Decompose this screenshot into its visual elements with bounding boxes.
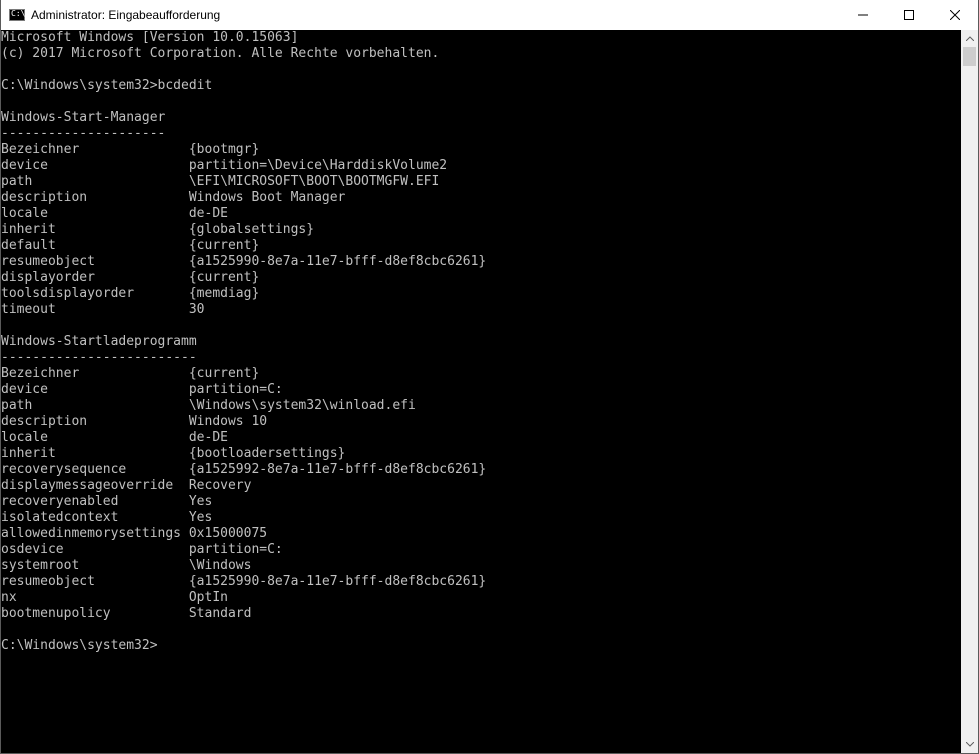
console-line: recoveryenabled Yes bbox=[1, 494, 213, 509]
console-line: toolsdisplayorder {memdiag} bbox=[1, 286, 260, 301]
chevron-up-icon bbox=[965, 36, 974, 41]
console-line: locale de-DE bbox=[1, 430, 228, 445]
console-line: allowedinmemorysettings 0x15000075 bbox=[1, 526, 268, 541]
maximize-button[interactable] bbox=[886, 0, 932, 30]
chevron-down-icon bbox=[965, 742, 974, 747]
console-line: nx OptIn bbox=[1, 590, 228, 605]
console-line: locale de-DE bbox=[1, 206, 228, 221]
console-line: default {current} bbox=[1, 238, 260, 253]
console-line: resumeobject {a1525990-8e7a-11e7-bfff-d8… bbox=[1, 574, 487, 589]
console-line: path \EFI\MICROSOFT\BOOT\BOOTMGFW.EFI bbox=[1, 174, 440, 189]
console-line: Bezeichner {bootmgr} bbox=[1, 142, 260, 157]
close-icon bbox=[950, 10, 960, 20]
console-line: osdevice partition=C: bbox=[1, 542, 283, 557]
minimize-icon bbox=[858, 14, 868, 16]
console-line: C:\Windows\system32>bcdedit bbox=[1, 78, 213, 93]
minimize-button[interactable] bbox=[840, 0, 886, 30]
console-output[interactable]: Microsoft Windows [Version 10.0.15063] (… bbox=[1, 30, 961, 753]
console-line: path \Windows\system32\winload.efi bbox=[1, 398, 416, 413]
console-line: displaymessageoverride Recovery bbox=[1, 478, 252, 493]
console-line: timeout 30 bbox=[1, 302, 205, 317]
console-line: description Windows 10 bbox=[1, 414, 268, 429]
console-line: inherit {globalsettings} bbox=[1, 222, 315, 237]
console-line: (c) 2017 Microsoft Corporation. Alle Rec… bbox=[1, 46, 440, 61]
console-line: recoverysequence {a1525992-8e7a-11e7-bff… bbox=[1, 462, 487, 477]
console-line: --------------------- bbox=[1, 126, 166, 141]
command-prompt-window: C:\ Administrator: Eingabeaufforderung M… bbox=[0, 0, 979, 754]
console-line: isolatedcontext Yes bbox=[1, 510, 213, 525]
title-bar[interactable]: C:\ Administrator: Eingabeaufforderung bbox=[1, 0, 978, 30]
console-line: device partition=\Device\HarddiskVolume2 bbox=[1, 158, 448, 173]
console-line: ------------------------- bbox=[1, 350, 197, 365]
cmd-icon[interactable]: C:\ bbox=[9, 9, 25, 21]
console-line: systemroot \Windows bbox=[1, 558, 252, 573]
scroll-up-button[interactable] bbox=[961, 30, 978, 47]
console-line: description Windows Boot Manager bbox=[1, 190, 346, 205]
window-title: Administrator: Eingabeaufforderung bbox=[31, 8, 221, 22]
console-line: device partition=C: bbox=[1, 382, 283, 397]
console-line: inherit {bootloadersettings} bbox=[1, 446, 346, 461]
console-line: Microsoft Windows [Version 10.0.15063] bbox=[1, 30, 299, 45]
scrollbar-thumb[interactable] bbox=[963, 47, 976, 66]
console-line: bootmenupolicy Standard bbox=[1, 606, 252, 621]
console-line: Windows-Start-Manager bbox=[1, 110, 166, 125]
close-button[interactable] bbox=[932, 0, 978, 30]
console-line: Windows-Startladeprogramm bbox=[1, 334, 197, 349]
console-line: resumeobject {a1525990-8e7a-11e7-bfff-d8… bbox=[1, 254, 487, 269]
console-line: Bezeichner {current} bbox=[1, 366, 260, 381]
maximize-icon bbox=[904, 10, 914, 20]
vertical-scrollbar[interactable] bbox=[961, 30, 978, 753]
console-line: displayorder {current} bbox=[1, 270, 260, 285]
window-controls bbox=[840, 0, 978, 30]
scroll-down-button[interactable] bbox=[961, 736, 978, 753]
console-line: C:\Windows\system32> bbox=[1, 638, 158, 653]
